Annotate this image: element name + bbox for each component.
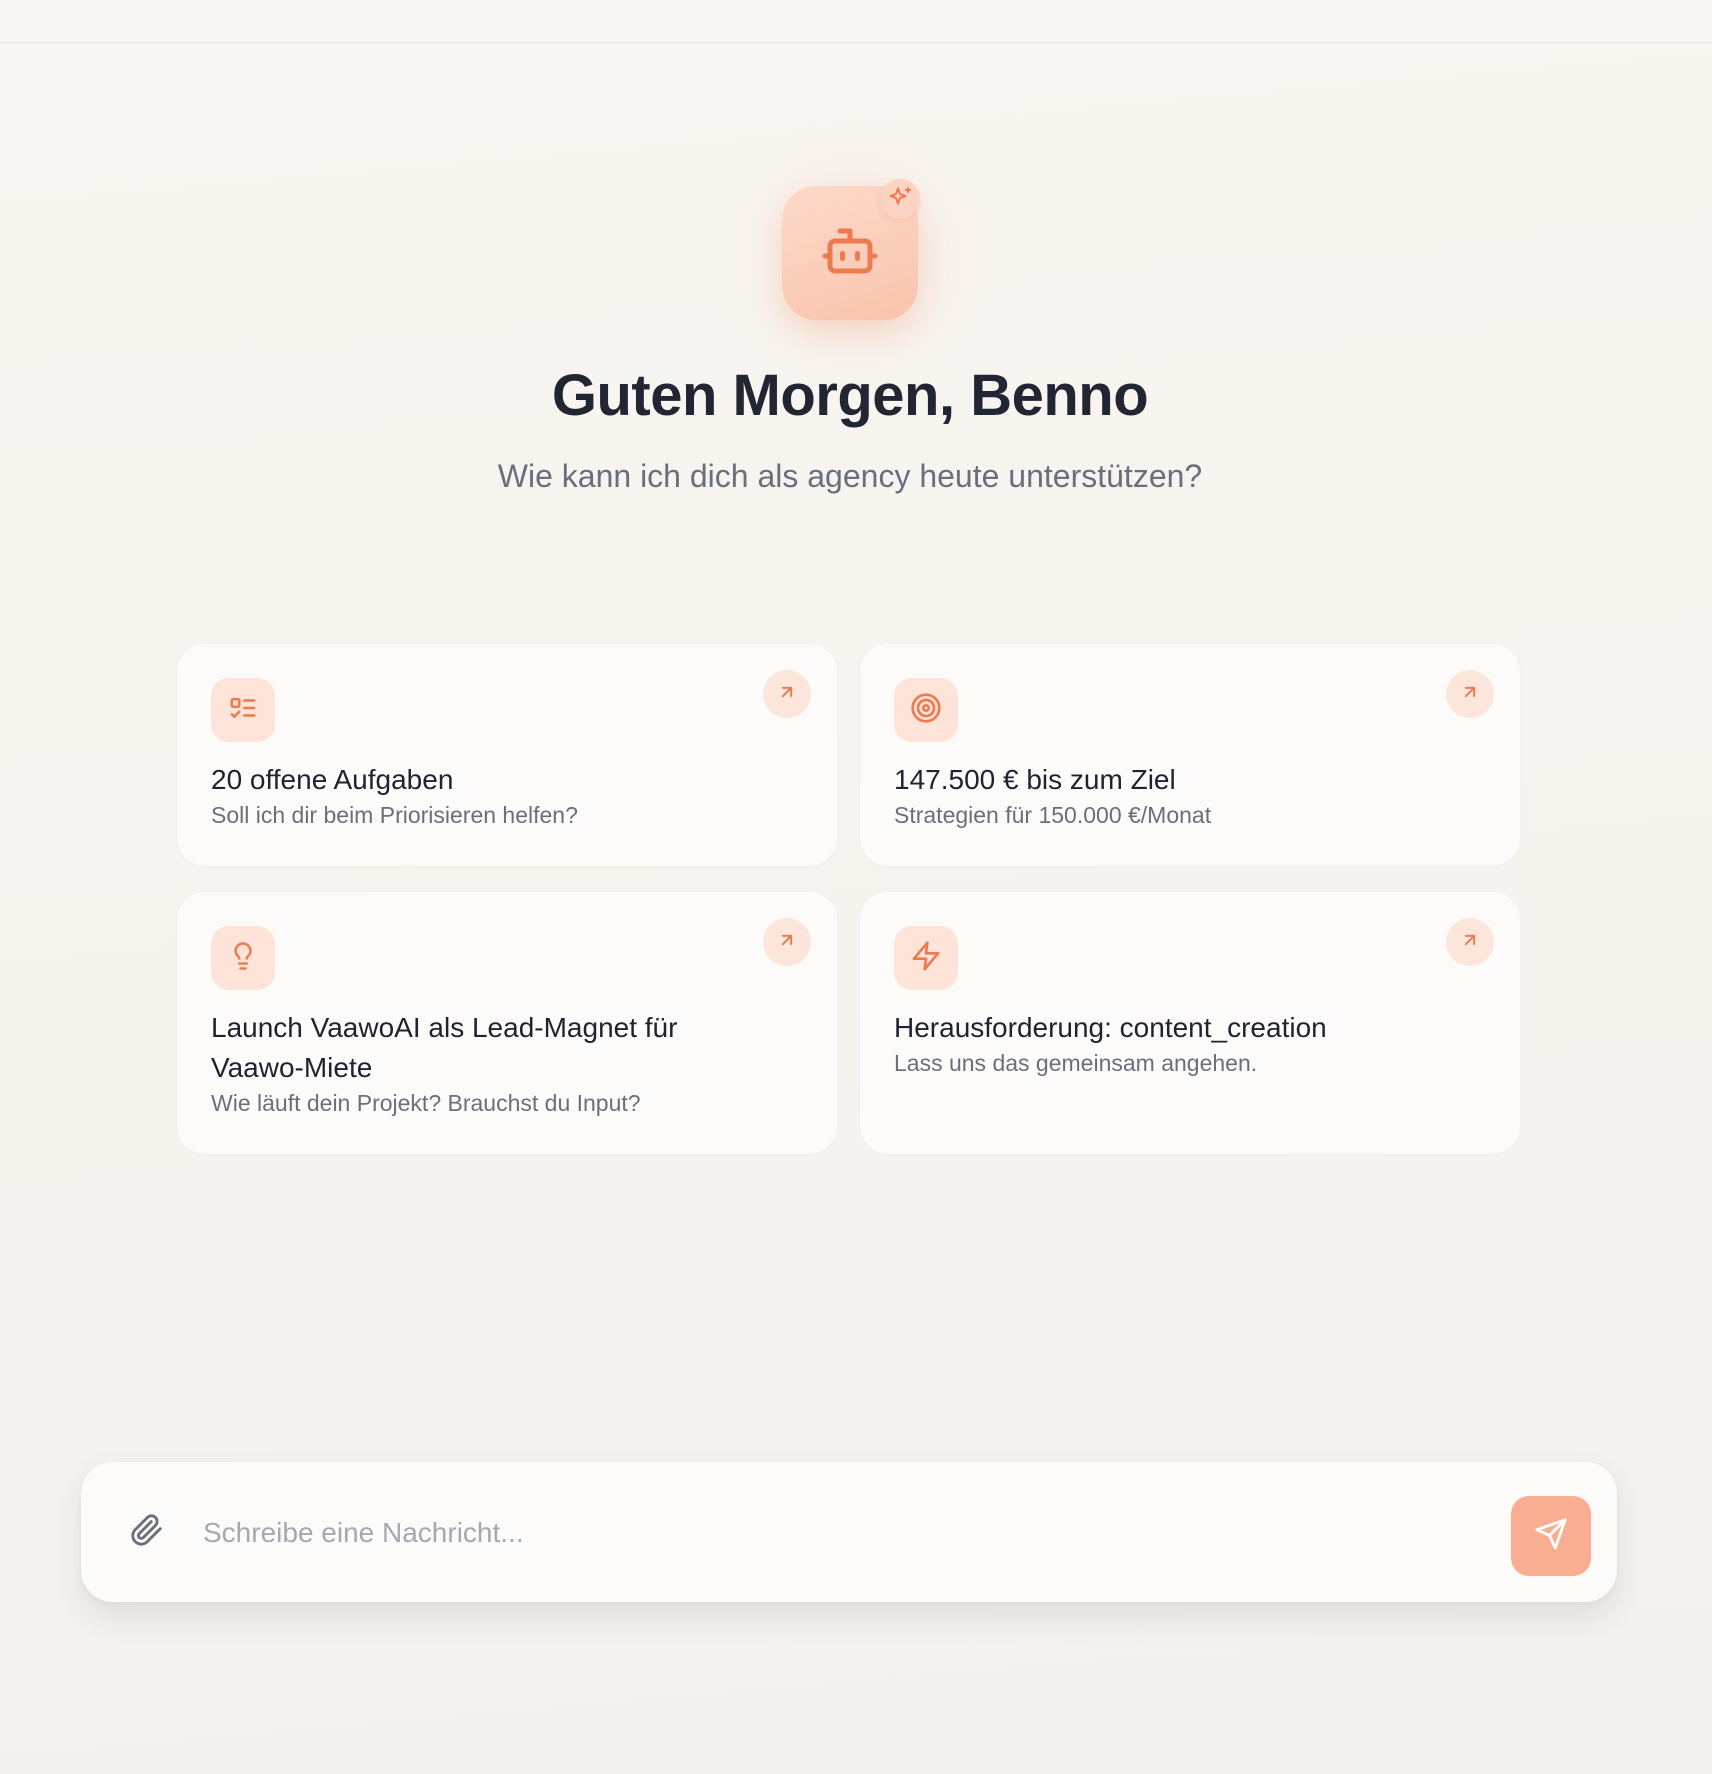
suggestion-card-project[interactable]: Launch VaawoAI als Lead-Magnet für Vaawo… [177, 892, 837, 1154]
send-icon [1534, 1517, 1568, 1556]
arrow-up-right-icon [777, 682, 797, 707]
card-title: 20 offene Aufgaben [211, 764, 454, 795]
card-open-button[interactable] [763, 670, 811, 718]
card-icon-tile [211, 926, 275, 990]
arrow-up-right-icon [777, 930, 797, 955]
task-list-icon [228, 693, 258, 728]
card-subtitle: Lass uns das gemeinsam angehen. [894, 1050, 1258, 1076]
card-open-button[interactable] [763, 918, 811, 966]
sparkles-icon [888, 185, 912, 214]
paperclip-icon [130, 1513, 164, 1552]
card-title: 147.500 € bis zum Ziel [894, 764, 1176, 795]
suggestion-card-goal[interactable]: 147.500 € bis zum Ziel Strategien für 15… [860, 644, 1520, 866]
card-subtitle: Soll ich dir beim Priorisieren helfen? [211, 802, 578, 828]
card-icon-tile [211, 678, 275, 742]
top-bar [0, 0, 1712, 43]
sparkle-badge [880, 179, 920, 219]
card-title: Launch VaawoAI als Lead-Magnet für Vaawo… [211, 1012, 678, 1083]
message-input[interactable] [201, 1502, 1465, 1564]
target-icon [910, 692, 942, 729]
card-title: Herausforderung: content_creation [894, 1012, 1327, 1043]
card-icon-tile [894, 678, 958, 742]
suggestion-card-open-tasks[interactable]: 20 offene Aufgaben Soll ich dir beim Pri… [177, 644, 837, 866]
card-icon-tile [894, 926, 958, 990]
robot-icon [820, 221, 880, 286]
arrow-up-right-icon [1460, 682, 1480, 707]
card-subtitle: Strategien für 150.000 €/Monat [894, 802, 1212, 828]
card-subtitle: Wie läuft dein Projekt? Brauchst du Inpu… [211, 1090, 641, 1116]
greeting-title: Guten Morgen, Benno [551, 363, 1149, 428]
lightning-icon [910, 940, 942, 977]
card-open-button[interactable] [1446, 670, 1494, 718]
suggestion-card-challenge[interactable]: Herausforderung: content_creation Lass u… [860, 892, 1520, 1154]
send-button[interactable] [1511, 1496, 1591, 1576]
greeting-subtitle: Wie kann ich dich als agency heute unter… [497, 458, 1203, 494]
arrow-up-right-icon [1460, 930, 1480, 955]
card-open-button[interactable] [1446, 918, 1494, 966]
message-composer [81, 1462, 1617, 1602]
attach-button[interactable] [121, 1506, 173, 1558]
lightbulb-icon [228, 941, 258, 976]
